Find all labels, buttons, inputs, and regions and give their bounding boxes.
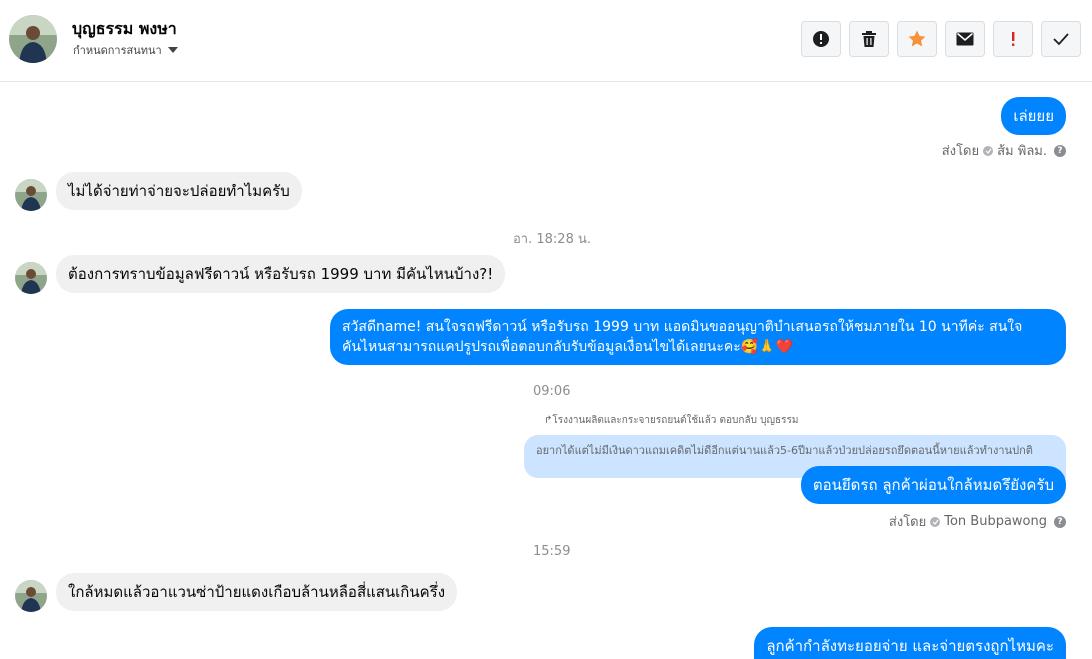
sent-by-label: ส่งโดย — [888, 515, 927, 530]
verified-check-icon — [930, 516, 941, 527]
timestamp: 15:59 — [533, 544, 571, 559]
outgoing-message[interactable]: สวัสดีname! สนใจรถฟรีดาวน์ หรือรับรถ 199… — [330, 309, 1066, 365]
contact-avatar-small[interactable] — [15, 262, 47, 294]
envelope-icon — [956, 32, 974, 46]
sent-by-info: ส่งโดย ส้ม พิลม. ? — [942, 140, 1066, 161]
mark-unread-button[interactable] — [945, 21, 985, 57]
timestamp: อา. 18:28 น. — [513, 232, 591, 247]
caret-down-icon — [167, 47, 178, 53]
sent-by-label: ส่งโดย — [941, 144, 980, 159]
report-button[interactable] — [801, 21, 841, 57]
sender-name: Ton Bubpawong — [944, 514, 1047, 529]
mark-important-button[interactable] — [993, 21, 1033, 57]
trash-icon — [862, 31, 876, 47]
alert-circle-icon — [813, 31, 829, 47]
header-actions — [801, 21, 1081, 57]
message-list[interactable]: เล่ยยย ส่งโดย ส้ม พิลม. ? ไม่ได้จ่ายท่าจ… — [0, 83, 1092, 659]
outgoing-message[interactable]: เล่ยยย — [1001, 97, 1066, 135]
contact-avatar-small[interactable] — [15, 580, 47, 612]
checkmark-icon — [1053, 33, 1069, 46]
sent-by-info: ส่งโดย Ton Bubpawong ? — [889, 511, 1066, 532]
star-button[interactable] — [897, 21, 937, 57]
help-icon[interactable]: ? — [1054, 144, 1066, 157]
contact-avatar[interactable] — [9, 15, 57, 63]
incoming-message[interactable]: ไม่ได้จ่ายท่าจ่ายจะปล่อยทำไมครับ — [56, 172, 302, 210]
reply-context: ↱โรงงานผลิตและกระจายรถยนต์ใช้แล้ว ตอบกลั… — [544, 415, 799, 426]
help-icon[interactable]: ? — [1054, 515, 1066, 528]
star-icon — [908, 30, 926, 47]
conversation-settings-menu[interactable]: กำหนดการสนทนา — [73, 41, 178, 59]
conversation-header: บุญธรรม พงษา กำหนดการสนทนา — [0, 0, 1092, 82]
message-line: คันไหนสามารถแคปรูปรถเพื่อตอบกลับรับข้อมู… — [342, 339, 794, 355]
conversation-settings-label: กำหนดการสนทนา — [73, 44, 162, 57]
timestamp: 09:06 — [533, 384, 571, 399]
verified-check-icon — [983, 145, 994, 156]
delete-button[interactable] — [849, 21, 889, 57]
mark-done-button[interactable] — [1041, 21, 1081, 57]
sender-name: ส้ม พิลม. — [997, 144, 1047, 159]
incoming-message[interactable]: ใกล้หมดแล้วอาแวนซ่าป้ายแดงเกือบล้านหลือส… — [56, 573, 458, 611]
outgoing-message[interactable]: ลูกค้ากำลังทะยอยจ่าย และจ่ายตรงถูกไหมคะ — [754, 627, 1066, 659]
contact-name: บุญธรรม พงษา — [72, 19, 177, 38]
exclamation-icon — [1012, 32, 1015, 46]
outgoing-message[interactable]: ตอนยึดรถ ลูกค้าผ่อนใกล้หมดรึยังครับ — [800, 466, 1066, 504]
message-line: สวัสดีname! สนใจรถฟรีดาวน์ หรือรับรถ 199… — [342, 319, 1023, 335]
contact-avatar-small[interactable] — [15, 179, 47, 211]
incoming-message[interactable]: ต้องการทราบข้อมูลฟรีดาวน์ หรือรับรถ 1999… — [56, 255, 506, 293]
